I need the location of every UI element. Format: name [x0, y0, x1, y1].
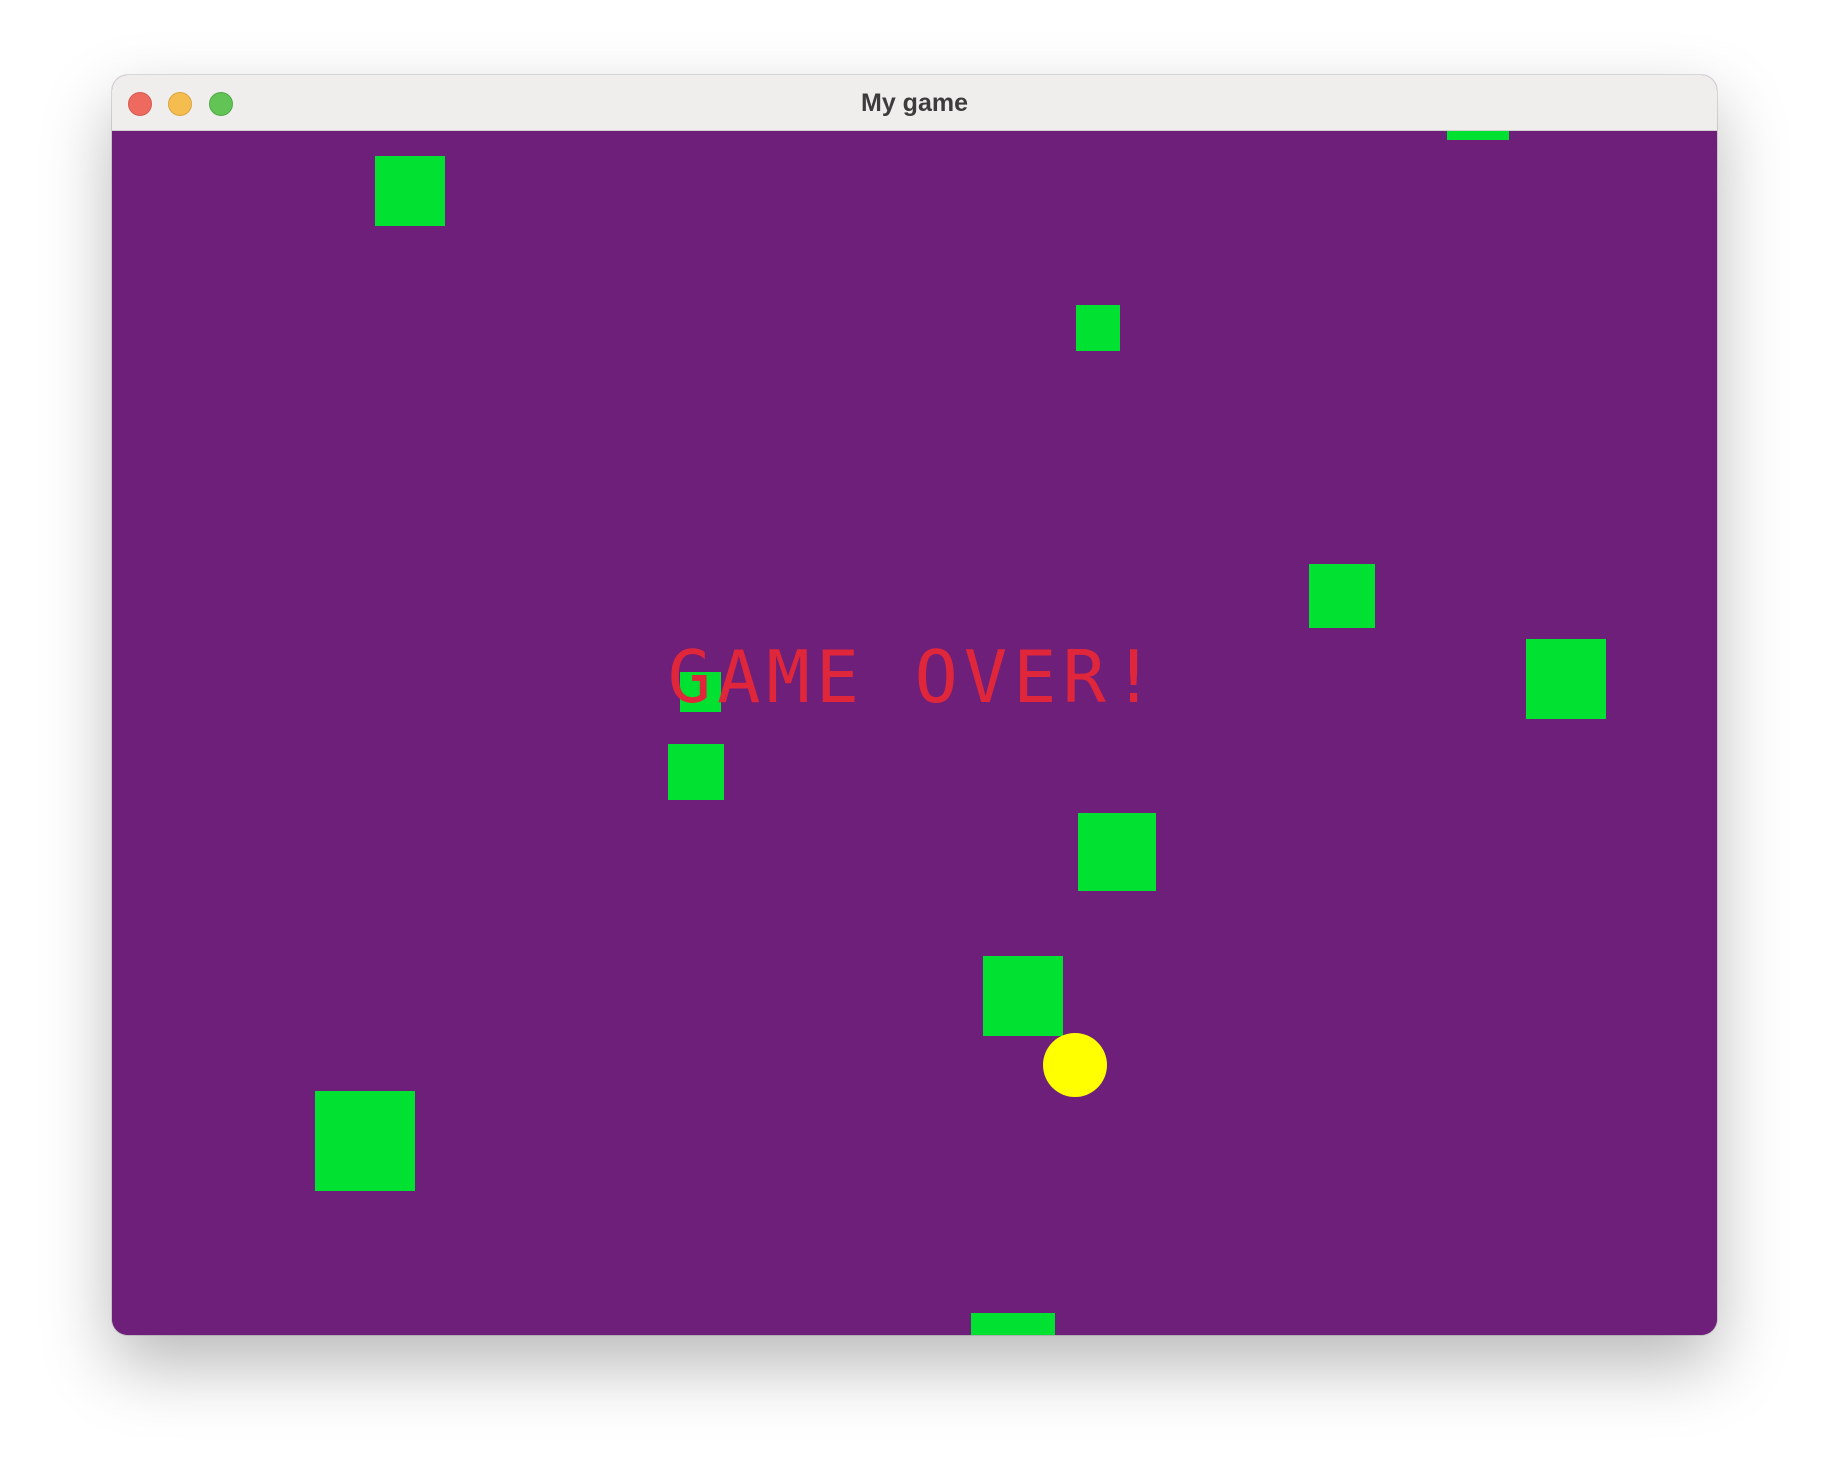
game-window: My game GAME OVER!: [112, 75, 1717, 1335]
obstacle-block: [1076, 305, 1120, 351]
obstacle-block: [1309, 564, 1375, 628]
window-title: My game: [861, 89, 968, 117]
obstacle-block: [315, 1091, 415, 1191]
obstacle-block: [1447, 131, 1509, 140]
player-ball: [1043, 1033, 1107, 1097]
game-over-message: GAME OVER!: [667, 635, 1162, 719]
obstacle-block: [375, 156, 445, 226]
title-bar[interactable]: My game: [112, 75, 1717, 131]
obstacle-block: [668, 744, 724, 800]
game-canvas[interactable]: GAME OVER!: [112, 131, 1717, 1335]
obstacle-block: [971, 1313, 1055, 1335]
obstacle-block: [983, 956, 1063, 1036]
obstacle-block: [1078, 813, 1156, 891]
